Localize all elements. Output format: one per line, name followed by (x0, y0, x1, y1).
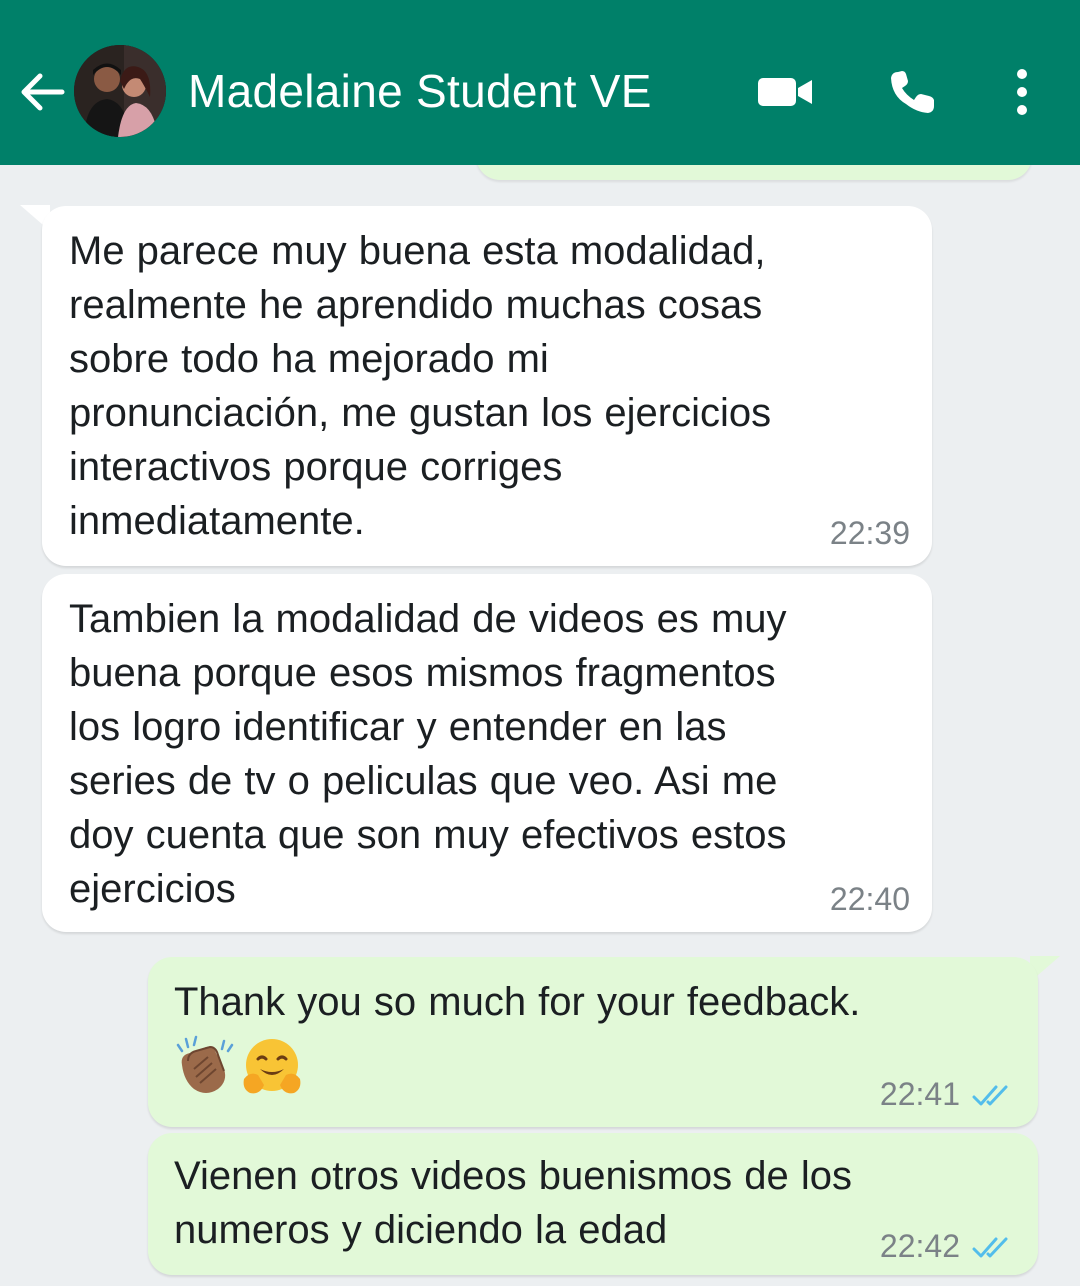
hugging-face-emoji (243, 1039, 301, 1094)
contact-name[interactable]: Madelaine Student VE (188, 64, 652, 118)
incoming-message[interactable]: Me parece muy buena esta modalidad, real… (42, 206, 932, 566)
incoming-message[interactable]: Tambien la modalidad de videos es muy bu… (42, 574, 932, 932)
message-text: Tambien la modalidad de videos es muy bu… (69, 597, 787, 911)
arrow-back-icon[interactable] (14, 64, 68, 120)
contact-avatar[interactable] (74, 45, 166, 137)
message-text: Vienen otros videos buenismos de los num… (174, 1154, 853, 1252)
message-time: 22:39 (829, 515, 910, 551)
outgoing-message[interactable]: Thank you so much for your feedback. 22:… (148, 957, 1038, 1127)
read-ticks-icon (972, 1085, 1008, 1106)
video-call-icon[interactable] (756, 64, 816, 120)
voice-call-icon[interactable] (884, 64, 940, 120)
chat-header: Madelaine Student VE (0, 0, 1080, 165)
message-text: Thank you so much for your feedback. (174, 980, 861, 1024)
more-vert-icon[interactable] (1004, 64, 1040, 120)
message-text: Me parece muy buena esta modalidad, real… (69, 229, 772, 543)
outgoing-message[interactable]: Vienen otros videos buenismos de los num… (148, 1133, 1038, 1275)
message-time: 22:40 (829, 881, 910, 917)
read-ticks-icon (972, 1237, 1008, 1258)
message-time: 22:42 (879, 1228, 960, 1264)
clapping-hands-emoji (176, 1035, 234, 1093)
message-time: 22:41 (879, 1076, 960, 1112)
